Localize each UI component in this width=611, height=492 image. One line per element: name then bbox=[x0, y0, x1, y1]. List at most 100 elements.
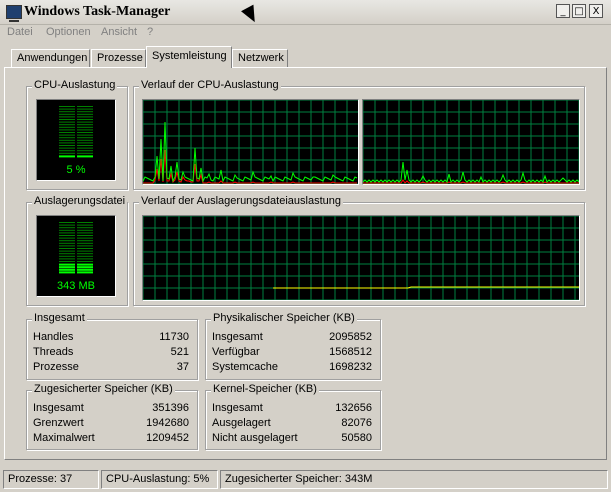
cpu-meter-segment bbox=[59, 126, 75, 128]
cpu-meter-segment bbox=[77, 155, 93, 158]
status-bar: Prozesse: 37 CPU-Auslastung: 5% Zugesich… bbox=[0, 468, 611, 492]
commit-charge-group: Zugesicherter Speicher (KB) Insgesamt 35… bbox=[26, 383, 198, 450]
pagefile-meter-segment bbox=[77, 268, 93, 271]
cpu-meter-segment bbox=[59, 106, 75, 107]
pagefile-meter-segment bbox=[77, 266, 93, 269]
tab-strip: Anwendungen Prozesse Systemleistung Netz… bbox=[0, 42, 611, 68]
pagefile-title: Auslagerungsdatei bbox=[32, 195, 128, 207]
cpu-meter-segment bbox=[59, 155, 75, 158]
stat-value: 37 bbox=[176, 361, 189, 373]
menu-help[interactable]: ? bbox=[147, 26, 153, 38]
cpu-meter-segment bbox=[77, 150, 93, 152]
cpu-meter-segment bbox=[59, 111, 75, 113]
cpu-meter-segment bbox=[77, 139, 93, 141]
cpu-meter-segment bbox=[77, 137, 93, 139]
stat-row: Maximalwert 1209452 bbox=[33, 432, 189, 446]
stat-value: 11730 bbox=[159, 331, 189, 343]
pagefile-meter-segment bbox=[59, 222, 75, 223]
pagefile-meter-segment bbox=[77, 255, 93, 257]
cpu-meter-segment bbox=[77, 147, 93, 149]
stat-value: 521 bbox=[170, 346, 189, 358]
pagefile-history-graph bbox=[142, 215, 580, 301]
totals-group: Insgesamt Handles 11730 Threads 521 Proz… bbox=[26, 312, 198, 380]
stat-label: Insgesamt bbox=[212, 402, 263, 414]
title-bar[interactable]: Windows Task-Manager _ □ X bbox=[0, 0, 611, 25]
tab-anwendungen[interactable]: Anwendungen bbox=[11, 49, 90, 67]
stat-row: Ausgelagert 82076 bbox=[212, 417, 372, 431]
task-manager-window: Windows Task-Manager _ □ X Datei Optione… bbox=[0, 0, 611, 492]
pagefile-meter-segment bbox=[59, 271, 75, 274]
stat-label: Insgesamt bbox=[33, 402, 84, 414]
tab-netzwerk[interactable]: Netzwerk bbox=[232, 49, 288, 67]
pagefile-meter-segment bbox=[77, 250, 93, 252]
stat-value: 351396 bbox=[152, 402, 189, 414]
cpu-meter-segment bbox=[77, 113, 93, 115]
maximize-button[interactable]: □ bbox=[572, 4, 586, 18]
pagefile-meter-segment bbox=[59, 229, 75, 231]
stat-label: Handles bbox=[33, 331, 74, 343]
stat-row: Prozesse 37 bbox=[33, 361, 189, 375]
cpu-meter-segment bbox=[59, 147, 75, 149]
cpu-history-graph-2 bbox=[362, 99, 580, 185]
cpu-meter-segment bbox=[77, 126, 93, 128]
tab-prozesse[interactable]: Prozesse bbox=[91, 49, 146, 67]
cpu-meter-segment bbox=[59, 113, 75, 115]
cpu-meter-segment bbox=[59, 124, 75, 126]
menu-optionen[interactable]: Optionen bbox=[46, 26, 91, 38]
performance-panel: CPU-Auslastung 5 % Verlauf der CPU-Ausla… bbox=[4, 67, 607, 460]
cpu-usage-value: 5 % bbox=[66, 164, 86, 176]
pagefile-meter-segment bbox=[59, 255, 75, 257]
menu-ansicht[interactable]: Ansicht bbox=[101, 26, 137, 38]
stat-row: Handles 11730 bbox=[33, 331, 189, 345]
pagefile-value: 343 MB bbox=[57, 280, 95, 292]
pagefile-meter-segment bbox=[77, 222, 93, 223]
cpu-meter-segment bbox=[77, 132, 93, 133]
pagefile-history-title: Verlauf der Auslagerungsdateiauslastung bbox=[139, 195, 343, 207]
cpu-history-graph-1 bbox=[142, 99, 359, 185]
kernel-memory-group: Kernel-Speicher (KB) Insgesamt 132656 Au… bbox=[205, 383, 381, 450]
stat-value: 1568512 bbox=[329, 346, 372, 358]
pagefile-meter-segment bbox=[77, 242, 93, 244]
pagefile-meter-segment bbox=[77, 271, 93, 274]
cpu-meter-segment bbox=[77, 121, 93, 123]
menu-datei[interactable]: Datei bbox=[7, 26, 33, 38]
cpu-usage-group: CPU-Auslastung 5 % bbox=[26, 79, 128, 190]
pagefile-meter-segment bbox=[59, 250, 75, 252]
pagefile-meter-segment bbox=[59, 240, 75, 242]
pagefile-meter-segment bbox=[59, 245, 75, 247]
stat-label: Verfügbar bbox=[212, 346, 260, 358]
cpu-history-chart-2 bbox=[363, 100, 579, 184]
cpu-meter-segment bbox=[77, 142, 93, 144]
stat-row: Threads 521 bbox=[33, 346, 189, 360]
cpu-meter-segment bbox=[77, 116, 93, 118]
pagefile-meter-segment bbox=[59, 237, 75, 239]
pagefile-meter-segment bbox=[77, 224, 93, 226]
pagefile-meter-segment bbox=[77, 258, 93, 260]
cpu-meter-segment bbox=[59, 108, 75, 110]
tab-systemleistung[interactable]: Systemleistung bbox=[146, 46, 232, 68]
cpu-meter-segment bbox=[77, 108, 93, 110]
pagefile-meter-segment bbox=[77, 235, 93, 236]
status-processes: Prozesse: 37 bbox=[3, 470, 99, 489]
pagefile-meter-segment bbox=[59, 248, 75, 249]
stat-row: Verfügbar 1568512 bbox=[212, 346, 372, 360]
stat-row: Insgesamt 132656 bbox=[212, 402, 372, 416]
pagefile-meter-segment bbox=[77, 263, 93, 266]
stat-label: Threads bbox=[33, 346, 74, 358]
stat-row: Insgesamt 351396 bbox=[33, 402, 189, 416]
stat-row: Systemcache 1698232 bbox=[212, 361, 372, 375]
cpu-meter-segment bbox=[59, 129, 75, 131]
stat-label: Insgesamt bbox=[212, 331, 263, 343]
cpu-meter-segment bbox=[77, 134, 93, 136]
close-button[interactable]: X bbox=[589, 4, 603, 18]
kernel-memory-title: Kernel-Speicher (KB) bbox=[211, 383, 319, 395]
minimize-button[interactable]: _ bbox=[556, 4, 570, 18]
cpu-meter-segment bbox=[77, 119, 93, 120]
pagefile-meter-segment bbox=[77, 248, 93, 249]
stat-value: 1698232 bbox=[329, 361, 372, 373]
stat-value: 50580 bbox=[341, 432, 372, 444]
cpu-meter-segment bbox=[59, 150, 75, 152]
pagefile-meter-segment bbox=[77, 261, 93, 262]
cpu-meter-segment bbox=[59, 152, 75, 154]
stat-value: 1209452 bbox=[146, 432, 189, 444]
